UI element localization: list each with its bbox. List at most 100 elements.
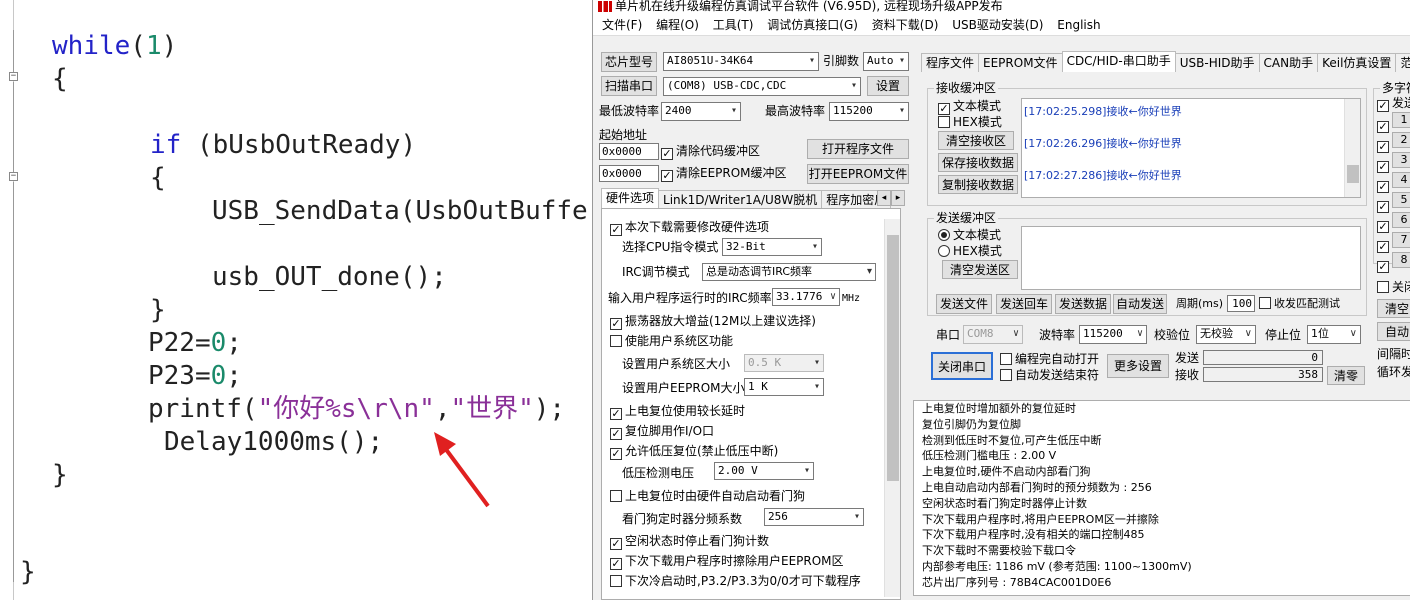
hw-modify-checkbox[interactable]: ✓ 本次下载需要修改硬件选项 [610,219,769,236]
multi-string-row[interactable]: ✓1 [1377,112,1410,133]
tab-program-file[interactable]: 程序文件 [921,53,980,72]
match-test-checkbox[interactable]: 收发匹配测试 [1259,296,1340,312]
lvd-select[interactable]: 2.00 V ▾ [714,462,814,480]
receive-scrollbar[interactable] [1344,99,1360,197]
open-eeprom-file-button[interactable]: 打开EEPROM文件 [807,164,909,184]
wdt-idle-checkbox[interactable]: ✓ 空闲状态时停止看门狗计数 [610,533,769,550]
stop-bits-select[interactable]: 1位 ∨ [1307,325,1361,344]
scrollbar-thumb[interactable] [887,235,899,481]
scan-port-button[interactable]: 扫描串口 [601,76,657,96]
cpu-mode-select[interactable]: 32-Bit ▾ [722,238,822,256]
eeprom-size-select[interactable]: 1 K ▾ [744,378,824,396]
scrollbar-thumb[interactable] [1347,165,1359,183]
multi-string-row[interactable]: ✓4 [1377,172,1410,193]
min-baud-select[interactable]: 2400 ▾ [661,102,741,121]
wdt-divider-select[interactable]: 256 ▾ [764,508,864,526]
auto-send-button[interactable]: 自动发送 [1113,294,1167,314]
multi-string-send-button[interactable]: 5 [1392,192,1410,208]
multi-string-send-button[interactable]: 1 [1392,112,1410,128]
more-settings-button[interactable]: 更多设置 [1107,354,1169,378]
menu-file[interactable]: 文件(F) [597,14,647,36]
auto-open-checkbox[interactable]: 编程完自动打开 [1000,351,1099,367]
max-baud-select[interactable]: 115200 ▾ [829,102,909,121]
multi-close-checkbox[interactable]: 关闭 [1377,279,1410,295]
fold-toggle-icon[interactable]: − [9,172,18,181]
close-port-button[interactable]: 关闭串口 [931,352,993,380]
recv-hex-mode-checkbox[interactable]: HEX模式 [938,114,1002,130]
multi-string-row[interactable]: ✓8 [1377,252,1410,273]
send-textarea[interactable] [1021,226,1361,290]
clear-eeprom-checkbox[interactable]: ✓ 清除EEPROM缓冲区 [661,165,787,182]
menu-program[interactable]: 编程(O) [651,14,704,36]
low-voltage-reset-checkbox[interactable]: ✓ 允许低压复位(禁止低压中断) [610,443,778,460]
hw-scrollbar[interactable] [884,219,900,597]
tab-usb-hid[interactable]: USB-HID助手 [1174,53,1260,72]
multi-string-row[interactable]: ✓5 [1377,192,1410,213]
menu-usb-driver[interactable]: USB驱动安装(D) [947,14,1048,36]
irc-mode-select[interactable]: 总是动态调节IRC频率 ▾ [702,263,876,281]
recv-text-mode-checkbox[interactable]: ✓ 文本模式 [938,98,1001,115]
multi-string-send-button[interactable]: 2 [1392,132,1410,148]
multi-clear-button[interactable]: 清空 [1377,299,1410,318]
pin-count-select[interactable]: Auto ▾ [863,52,909,71]
tab-scroll-right-icon[interactable]: ▸ [891,190,905,206]
auto-end-checkbox[interactable]: 自动发送结束符 [1000,367,1099,383]
copy-receive-button[interactable]: 复制接收数据 [938,175,1018,194]
settings-button[interactable]: 设置 [867,76,909,96]
parity-select[interactable]: 无校验 ∨ [1196,325,1256,344]
eeprom-start-address-input[interactable]: 0x0000 [599,165,659,182]
multi-string-row[interactable]: ✓2 [1377,132,1410,153]
tab-eeprom-file[interactable]: EEPROM文件 [978,53,1063,72]
multi-string-send-button[interactable]: 8 [1392,252,1410,268]
send-hex-mode-radio[interactable]: HEX模式 [938,243,1002,259]
send-data-button[interactable]: 发送数据 [1055,294,1111,314]
send-enter-button[interactable]: 发送回车 [996,294,1052,314]
clear-receive-button[interactable]: 清空接收区 [938,131,1014,150]
tab-can[interactable]: CAN助手 [1258,53,1319,72]
send-file-button[interactable]: 发送文件 [936,294,992,314]
clear-code-checkbox[interactable]: ✓ 清除代码缓冲区 [661,143,760,160]
code-editor[interactable]: − − while(1) { if (bUsbOutReady) { USB_S… [0,0,592,600]
receive-textarea[interactable]: [17:02:25.298]接收←你好世界 [17:02:26.296]接收←你… [1021,98,1361,198]
multi-send-checkbox[interactable]: ✓发送 [1377,95,1410,112]
menu-tools[interactable]: 工具(T) [708,14,759,36]
irc-freq-input[interactable]: 33.1776 ∨ [772,288,840,306]
sys-size-select[interactable]: 0.5 K ▾ [744,354,824,372]
port-select-disabled[interactable]: COM8 ∨ [963,325,1023,344]
tab-offline-writer[interactable]: Link1D/Writer1A/U8W脱机 [658,190,823,209]
fold-toggle-icon[interactable]: − [9,72,18,81]
period-input[interactable]: 100 [1227,295,1255,312]
wdt-auto-checkbox[interactable]: 上电复位时由硬件自动启动看门狗 [610,488,805,504]
multi-string-send-button[interactable]: 6 [1392,212,1410,228]
multi-string-send-button[interactable]: 3 [1392,152,1410,168]
tab-hardware-options[interactable]: 硬件选项 [601,188,660,209]
osc-gain-checkbox[interactable]: ✓ 振荡器放大增益(12M以上建议选择) [610,313,816,330]
port-select[interactable]: (COM8) USB-CDC,CDC ▾ [663,77,861,96]
multi-string-row[interactable]: ✓7 [1377,232,1410,253]
multi-string-row[interactable]: ✓6 [1377,212,1410,233]
clear-send-button[interactable]: 清空发送区 [942,260,1018,279]
save-receive-button[interactable]: 保存接收数据 [938,153,1018,172]
tab-keil[interactable]: Keil仿真设置 [1317,53,1397,72]
code-start-address-input[interactable]: 0x0000 [599,143,659,160]
tab-scroll-left-icon[interactable]: ◂ [877,190,891,206]
clear-count-button[interactable]: 清零 [1327,366,1365,385]
menu-debug[interactable]: 调试仿真接口(G) [762,14,863,36]
multi-string-send-button[interactable]: 4 [1392,172,1410,188]
send-text-mode-radio[interactable]: 文本模式 [938,227,1001,243]
multi-string-send-button[interactable]: 7 [1392,232,1410,248]
menu-english[interactable]: English [1052,14,1105,36]
tab-serial-assistant[interactable]: CDC/HID-串口助手 [1061,51,1176,72]
baud-select[interactable]: 115200 ∨ [1079,325,1147,344]
multi-string-row[interactable]: ✓3 [1377,152,1410,173]
cold-boot-checkbox[interactable]: 下次冷启动时,P3.2/P3.3为0/0才可下载程序 [610,573,861,589]
open-program-file-button[interactable]: 打开程序文件 [807,139,909,159]
menu-downloads[interactable]: 资料下载(D) [867,14,944,36]
erase-eeprom-checkbox[interactable]: ✓ 下次下载用户程序时擦除用户EEPROM区 [610,553,844,570]
reset-pin-io-checkbox[interactable]: ✓ 复位脚用作I/O口 [610,423,714,440]
sys-area-checkbox[interactable]: 使能用户系统区功能 [610,333,733,349]
chip-model-select[interactable]: AI8051U-34K64 ▾ [663,52,819,71]
multi-auto-button[interactable]: 自动 [1377,322,1410,341]
long-delay-checkbox[interactable]: ✓ 上电复位使用较长延时 [610,403,745,420]
chip-model-button[interactable]: 芯片型号 [601,52,657,72]
